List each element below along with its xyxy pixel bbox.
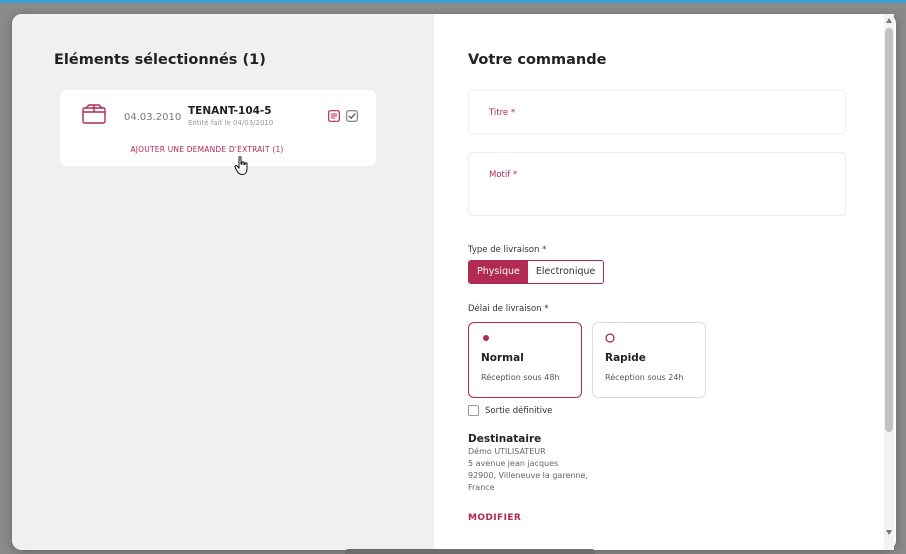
scroll-up-arrow-icon[interactable] (886, 18, 892, 23)
delivery-type-label: Type de livraison * (468, 245, 547, 255)
delay-option-rapide[interactable]: Rapide Réception sous 24h (592, 322, 706, 398)
order-pane: Votre commande Titre * Motif * Type de l… (434, 14, 896, 550)
item-subtitle: Entité fait le 04/03/2010 (188, 119, 274, 127)
final-exit-label: Sortie définitive (485, 406, 553, 416)
item-date: 04.03.2010 (124, 112, 182, 123)
selected-item-card: 04.03.2010 TENANT-104-5 Entité fait le 0… (60, 90, 376, 166)
background-panel-edge (345, 549, 595, 554)
scrollbar[interactable] (884, 14, 894, 550)
order-modal: Eléments sélectionnés (1) 04.03.2010 TEN… (12, 14, 896, 550)
box-icon (82, 104, 106, 124)
radio-selected-icon (483, 335, 489, 341)
delay-option-title: Rapide (605, 352, 646, 364)
scroll-down-arrow-icon[interactable] (886, 530, 892, 535)
scrollbar-thumb[interactable] (885, 28, 893, 432)
recipient-line: France (468, 483, 495, 492)
item-name: TENANT-104-5 (188, 105, 272, 117)
delivery-type-electronique[interactable]: Electronique (527, 261, 604, 283)
motif-field-label: Motif * (489, 170, 518, 180)
delivery-type-toggle: Physique Electronique (468, 260, 605, 284)
recipient-title: Destinataire (468, 433, 542, 445)
delay-option-title: Normal (481, 352, 524, 364)
title-field[interactable]: Titre * (468, 90, 846, 134)
order-title: Votre commande (468, 52, 607, 68)
radio-unselected-icon (605, 333, 615, 343)
title-field-label: Titre * (489, 108, 516, 118)
selected-items-pane: Eléments sélectionnés (1) 04.03.2010 TEN… (12, 14, 434, 550)
delay-option-normal[interactable]: Normal Réception sous 48h (468, 322, 582, 398)
delivery-type-physique[interactable]: Physique (469, 261, 528, 283)
recipient-line: Démo UTILISATEUR (468, 447, 546, 456)
hand-cursor-icon (234, 156, 248, 176)
selected-items-title: Eléments sélectionnés (1) (54, 52, 266, 68)
modify-recipient-link[interactable]: MODIFIER (468, 513, 521, 523)
recipient-line: 5 avenue jean jacques (468, 459, 559, 468)
final-exit-checkbox[interactable] (468, 405, 479, 416)
add-extract-request-link[interactable]: AJOUTER UNE DEMANDE D'EXTRAIT (1) (60, 145, 354, 154)
document-icon[interactable] (328, 110, 340, 122)
motif-field[interactable]: Motif * (468, 152, 846, 216)
recipient-line: 92900, Villeneuve la garenne, (468, 471, 588, 480)
delay-option-subtitle: Réception sous 24h (605, 373, 684, 382)
checkbox-checked-icon[interactable] (346, 110, 358, 122)
delivery-delay-label: Délai de livraison * (468, 304, 549, 314)
delay-option-subtitle: Réception sous 48h (481, 373, 560, 382)
